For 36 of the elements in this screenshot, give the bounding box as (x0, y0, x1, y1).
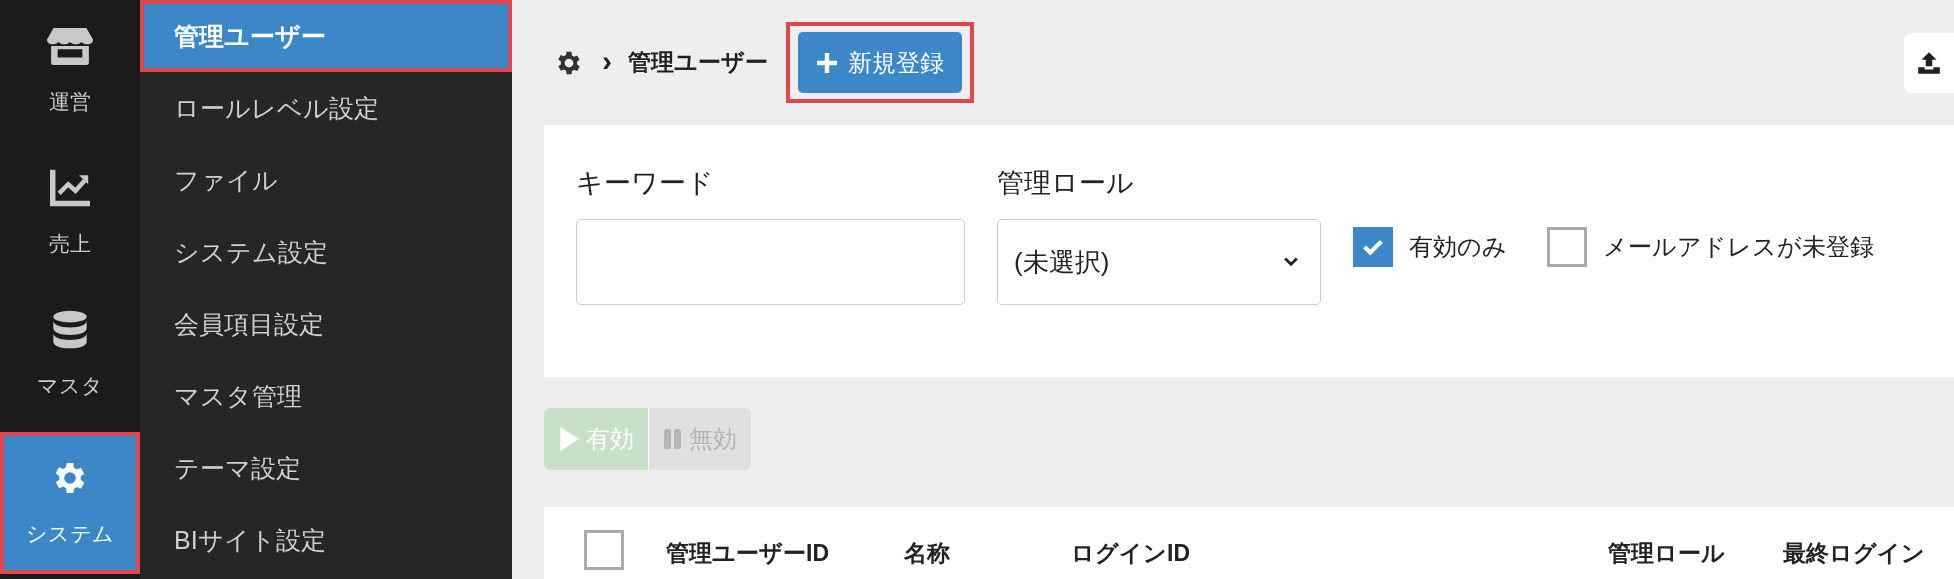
submenu-item[interactable]: ロールレベル設定 (140, 72, 512, 144)
page-title: 管理ユーザー (628, 48, 768, 77)
pause-icon (663, 427, 683, 451)
select-all-checkbox[interactable] (584, 530, 624, 570)
submenu-item[interactable]: 管理ユーザー (140, 0, 512, 72)
sidebar-item[interactable]: 運営 (0, 0, 140, 142)
chart-icon (47, 168, 93, 208)
new-button[interactable]: 新規登録 (798, 32, 962, 93)
submenu-item[interactable]: システム設定 (140, 216, 512, 288)
caret-icon (1284, 257, 1298, 267)
upload-button[interactable] (1904, 32, 1954, 93)
submenu-item[interactable]: ファイル (140, 144, 512, 216)
submenu-item[interactable]: マスタ管理 (140, 360, 512, 432)
field-label: キーワード (576, 167, 715, 200)
submenu-item[interactable]: 会員項目設定 (140, 288, 512, 360)
sidebar-item[interactable]: システム (0, 432, 140, 574)
submenu-item[interactable]: テーマ設定 (140, 432, 512, 504)
checkbox[interactable] (1547, 227, 1587, 267)
plus-icon (816, 51, 838, 74)
column-header[interactable]: 名称 (904, 538, 1071, 569)
submenu-item[interactable]: BIサイト設定 (140, 504, 512, 576)
column-header[interactable]: ログインID (1071, 538, 1608, 569)
checkbox-label: 有効のみ (1409, 232, 1507, 262)
keyword-field[interactable] (576, 219, 965, 305)
checkbox[interactable] (1353, 227, 1393, 267)
play-icon (558, 426, 580, 452)
field-label: 管理ロール (997, 167, 1135, 200)
checkbox-label: メールアドレスが未登録 (1603, 232, 1874, 262)
store-icon (47, 26, 93, 66)
sidebar-item[interactable]: 売上 (0, 142, 140, 284)
role-select[interactable]: (未選択) (997, 219, 1321, 305)
sidebar-item[interactable]: マスタ (0, 284, 140, 426)
column-header[interactable]: 管理ロール (1608, 538, 1783, 569)
breadcrumb-separator: › (602, 43, 612, 78)
column-header[interactable]: 管理ユーザーID (666, 538, 904, 569)
column-header[interactable]: 最終ログイン (1783, 538, 1925, 569)
